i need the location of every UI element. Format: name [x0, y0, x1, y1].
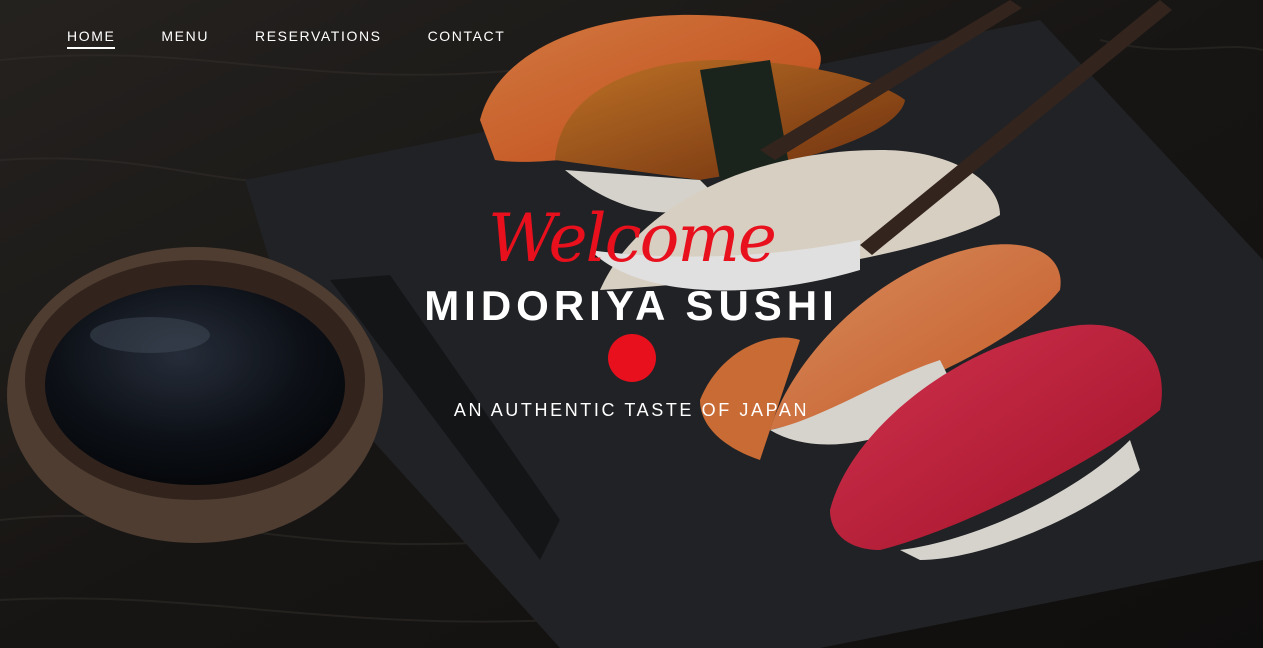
tagline: AN AUTHENTIC TASTE OF JAPAN — [453, 400, 810, 420]
red-sun-dot — [608, 334, 656, 382]
welcome-heading: Welcome — [488, 200, 777, 277]
nav-contact-link[interactable]: CONTACT — [428, 28, 506, 49]
restaurant-title: MIDORIYA SUSHI — [424, 282, 839, 329]
nav-home-link[interactable]: HOME — [67, 28, 116, 49]
nav-reservations-link[interactable]: RESERVATIONS — [255, 28, 382, 49]
nav-menu-link[interactable]: MENU — [161, 28, 209, 49]
main-nav: HOME MENU RESERVATIONS CONTACT — [67, 28, 505, 49]
